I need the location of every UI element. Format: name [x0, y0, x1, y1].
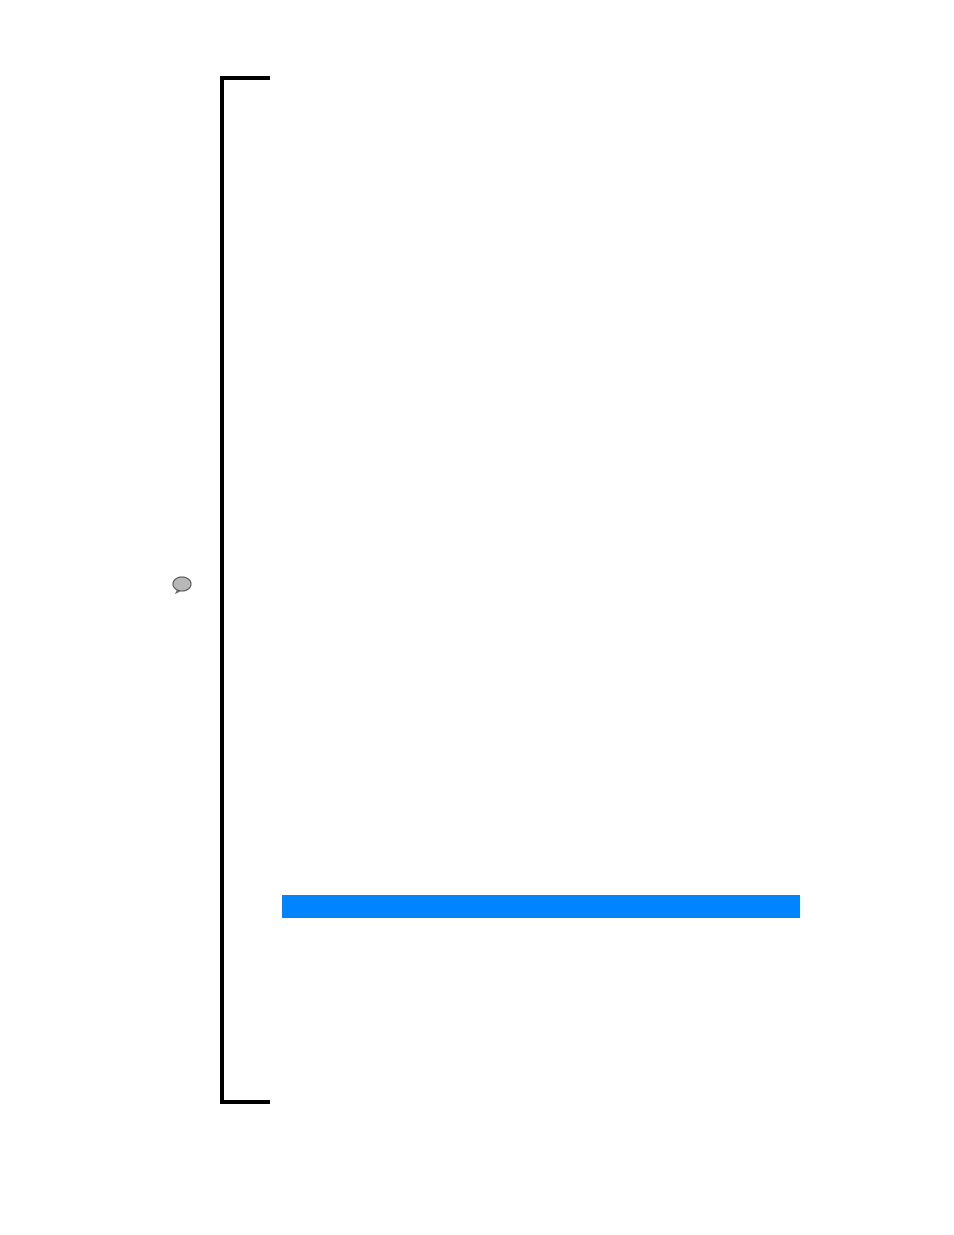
comment-bubble-icon[interactable] — [172, 576, 192, 594]
bracket-vertical-line — [220, 76, 224, 1104]
highlight-bar — [282, 895, 800, 918]
bracket-bottom-line — [220, 1100, 270, 1104]
left-bracket — [220, 76, 270, 1104]
bracket-top-line — [220, 76, 270, 80]
